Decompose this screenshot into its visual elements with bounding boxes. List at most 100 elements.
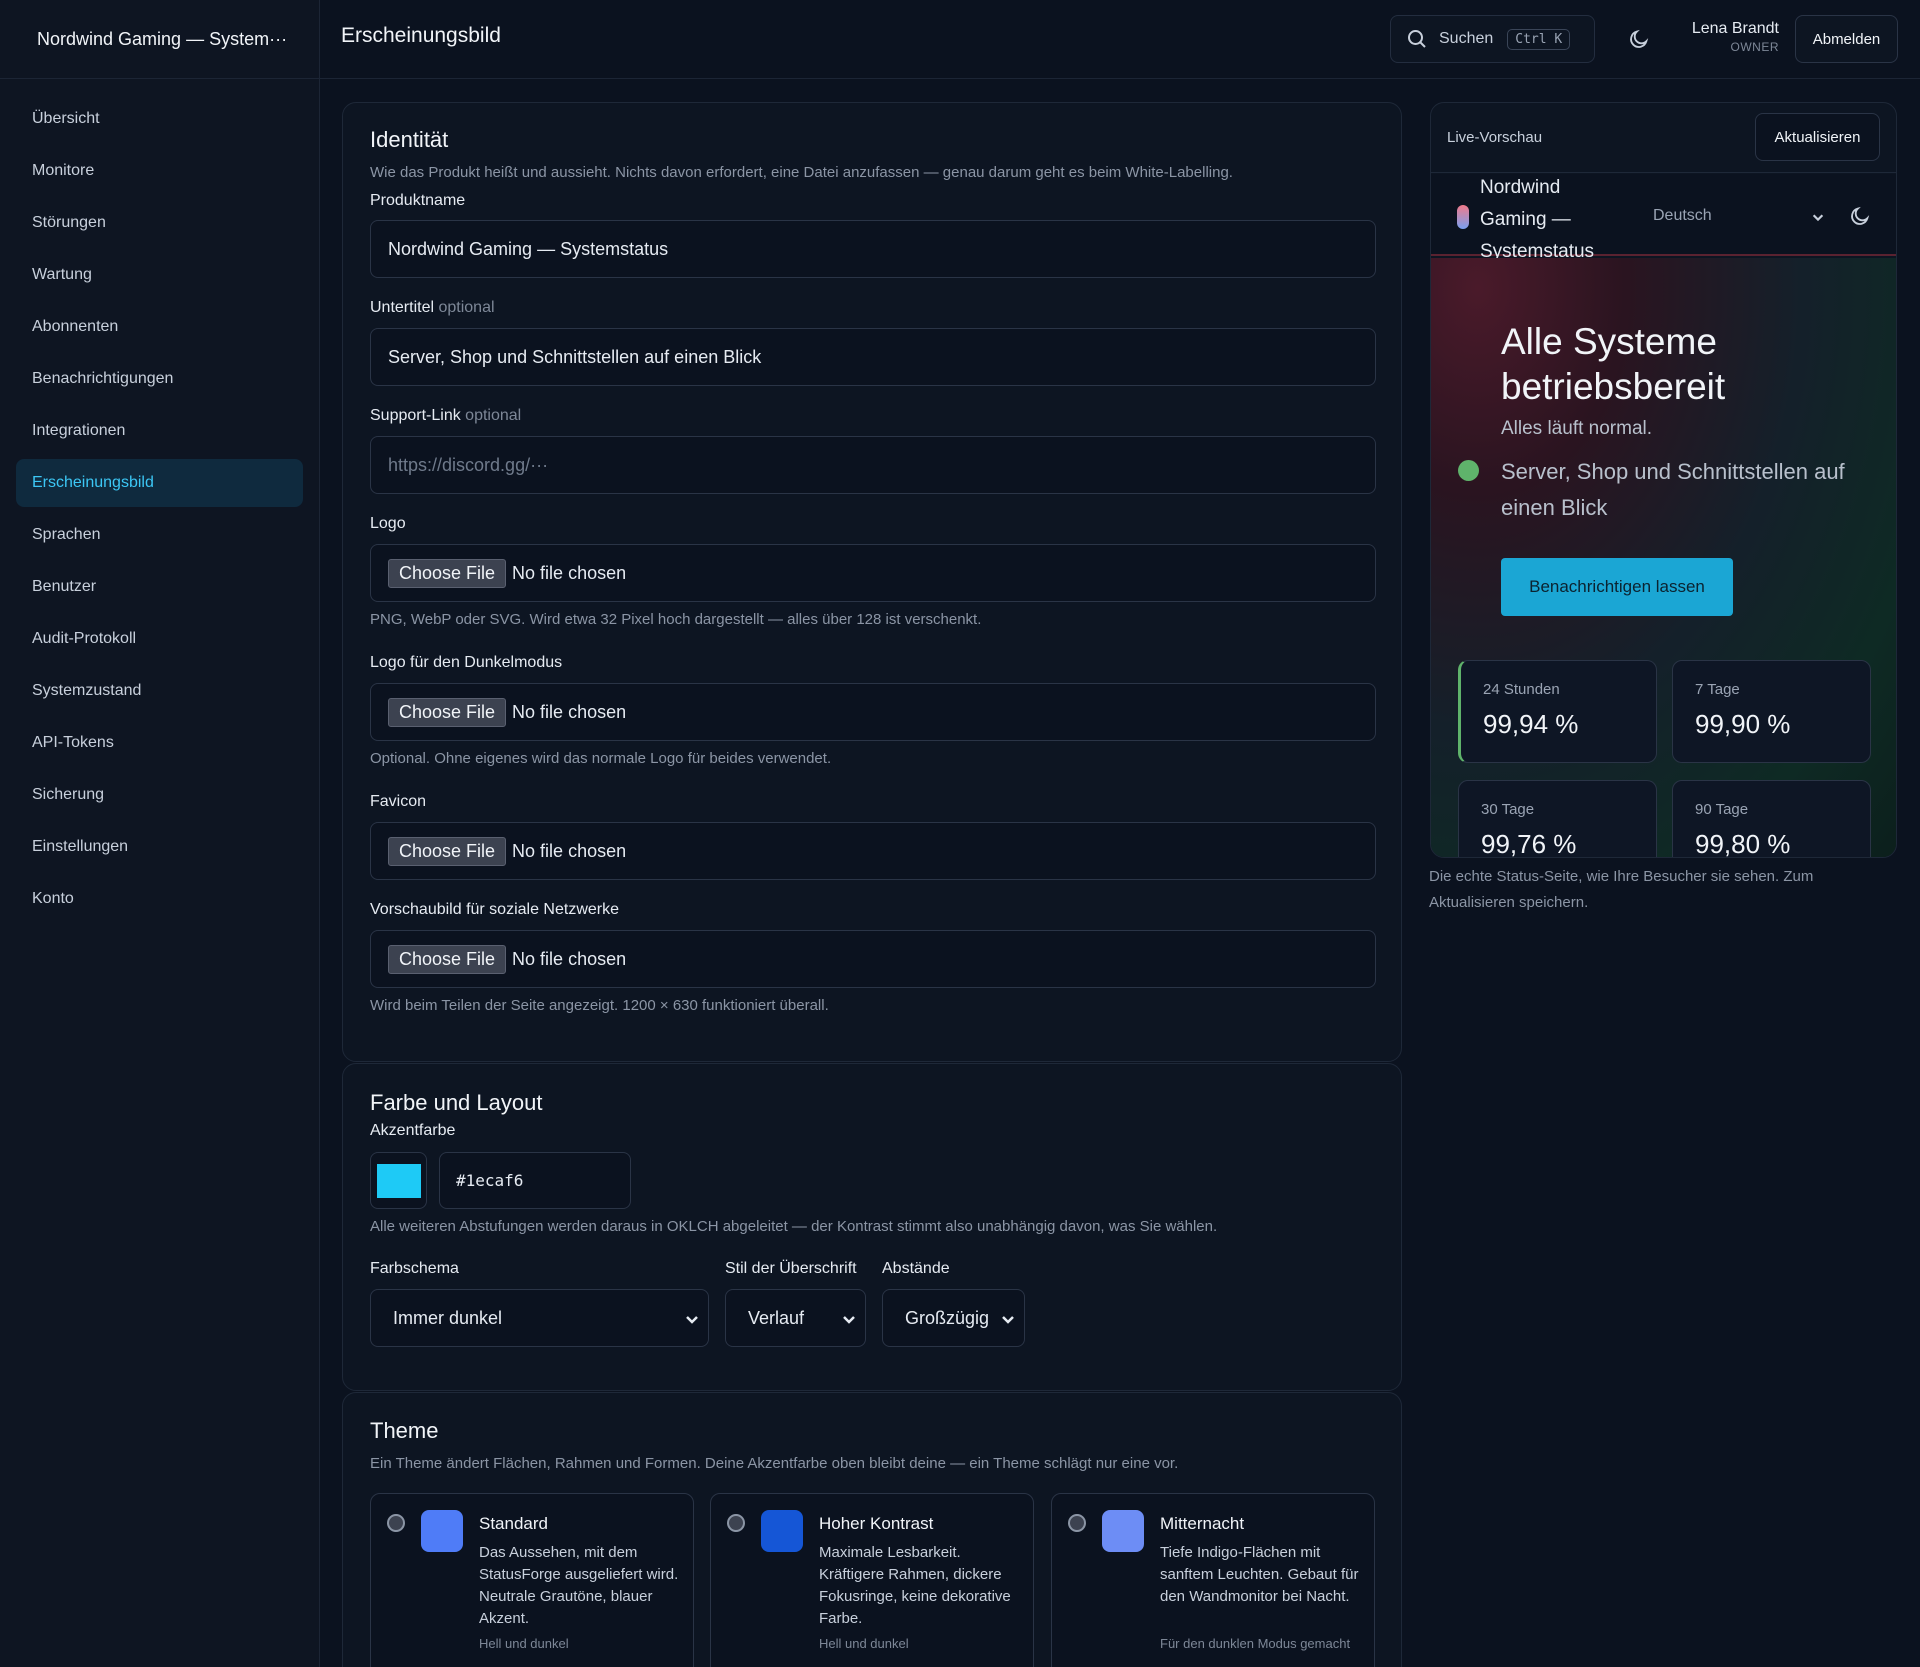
theme-desc: Maximale Lesbarkeit. Kräftigere Rahmen, … bbox=[819, 1544, 1011, 1627]
social-image-file-status: No file chosen bbox=[512, 948, 627, 969]
live-preview-panel: Live-Vorschau Aktualisieren Nordwind Gam… bbox=[1430, 102, 1897, 858]
accent-color-swatch[interactable] bbox=[370, 1152, 427, 1209]
color-scheme-label: Farbschema bbox=[370, 1260, 459, 1277]
support-link-label: Support-Link optional bbox=[370, 407, 521, 425]
uptime-stat-30d: 30 Tage 99,76 % bbox=[1458, 780, 1657, 858]
chevron-down-icon bbox=[686, 1316, 698, 1324]
preview-header: Live-Vorschau Aktualisieren bbox=[1431, 103, 1896, 173]
logo-file-input[interactable]: Choose File No file chosen bbox=[370, 544, 1376, 602]
spacing-value: Großzügig bbox=[905, 1307, 990, 1328]
subtitle-label-text: Untertitel bbox=[370, 299, 435, 316]
sidebar-item-api-tokens[interactable]: API-Tokens bbox=[16, 719, 303, 767]
logo-choose-file-button[interactable]: Choose File bbox=[388, 558, 507, 588]
subtitle-label: Untertitel optional bbox=[370, 299, 495, 317]
identity-card: Identität Wie das Produkt heißt und auss… bbox=[342, 102, 1402, 1062]
sidebar-item-konto[interactable]: Konto bbox=[16, 875, 303, 923]
sidebar-item-benutzer[interactable]: Benutzer bbox=[16, 563, 303, 611]
theme-swatch-hoher-kontrast bbox=[761, 1510, 803, 1552]
dark-logo-hint: Optional. Ohne eigenes wird das normale … bbox=[370, 750, 832, 767]
color-layout-title: Farbe und Layout bbox=[370, 1090, 543, 1115]
theme-option-hoher-kontrast[interactable]: Hoher Kontrast Maximale Lesbarkeit. Kräf… bbox=[710, 1493, 1034, 1667]
chevron-down-icon bbox=[1002, 1316, 1014, 1324]
uptime-stat-90d: 90 Tage 99,80 % bbox=[1672, 780, 1871, 857]
sidebar-item-stoerungen[interactable]: Störungen bbox=[16, 199, 303, 247]
page-title: Erscheinungsbild bbox=[341, 24, 501, 47]
color-layout-card: Farbe und Layout Akzentfarbe #1ecaf6 All… bbox=[342, 1063, 1402, 1391]
subtitle-input[interactable]: Server, Shop und Schnittstellen auf eine… bbox=[370, 328, 1376, 386]
theme-option-standard[interactable]: Standard Das Aussehen, mit dem StatusFor… bbox=[370, 1493, 694, 1667]
sidebar-item-abonnenten[interactable]: Abonnenten bbox=[16, 303, 303, 351]
accent-color-hint: Alle weiteren Abstufungen werden daraus … bbox=[370, 1218, 1218, 1235]
favicon-file-input[interactable]: Choose File No file chosen bbox=[370, 822, 1376, 880]
sidebar-item-uebersicht[interactable]: Übersicht bbox=[16, 95, 303, 143]
moon-icon bbox=[1630, 29, 1649, 48]
social-image-choose-file-button[interactable]: Choose File bbox=[388, 944, 507, 974]
color-scheme-select[interactable]: Immer dunkel bbox=[370, 1289, 709, 1347]
logout-button[interactable]: Abmelden bbox=[1795, 15, 1898, 63]
sidebar-item-monitore[interactable]: Monitore bbox=[16, 147, 303, 195]
identity-title: Identität bbox=[370, 127, 449, 152]
theme-radio-standard[interactable] bbox=[387, 1514, 405, 1532]
theme-name: Hoher Kontrast bbox=[819, 1514, 934, 1533]
logo-label: Logo bbox=[370, 515, 406, 532]
theme-option-mitternacht[interactable]: Mitternacht Tiefe Indigo-Flächen mit san… bbox=[1051, 1493, 1375, 1667]
product-name-input[interactable]: Nordwind Gaming — Systemstatus bbox=[370, 220, 1376, 278]
sidebar-item-einstellungen[interactable]: Einstellungen bbox=[16, 823, 303, 871]
search-label: Suchen bbox=[1439, 30, 1494, 47]
moon-icon[interactable] bbox=[1849, 205, 1871, 227]
theme-radio-hoher-kontrast[interactable] bbox=[727, 1514, 745, 1532]
dark-logo-file-status: No file chosen bbox=[512, 701, 627, 722]
user-name: Lena Brandt bbox=[1691, 20, 1779, 37]
theme-desc: Tiefe Indigo-Flächen mit sanftem Leuchte… bbox=[1160, 1544, 1359, 1605]
accent-color-hex-input[interactable]: #1ecaf6 bbox=[439, 1152, 631, 1209]
sidebar-item-wartung[interactable]: Wartung bbox=[16, 251, 303, 299]
sidebar-item-sicherung[interactable]: Sicherung bbox=[16, 771, 303, 819]
theme-swatch-standard bbox=[421, 1510, 463, 1552]
preview-language-select[interactable]: Deutsch bbox=[1653, 207, 1712, 225]
favicon-file-status: No file chosen bbox=[512, 840, 627, 861]
stat-label: 24 Stunden bbox=[1483, 681, 1560, 698]
stat-label: 7 Tage bbox=[1695, 681, 1740, 698]
spacing-label: Abstände bbox=[882, 1260, 950, 1277]
preview-subscribe-button[interactable]: Benachrichtigen lassen bbox=[1501, 558, 1733, 616]
sidebar-item-audit-protokoll[interactable]: Audit-Protokoll bbox=[16, 615, 303, 663]
user-info: Lena Brandt OWNER bbox=[1692, 20, 1779, 54]
social-image-file-input[interactable]: Choose File No file chosen bbox=[370, 930, 1376, 988]
sidebar-item-erscheinungsbild[interactable]: Erscheinungsbild bbox=[16, 459, 303, 507]
chevron-down-icon bbox=[843, 1316, 855, 1324]
sidebar-item-systemzustand[interactable]: Systemzustand bbox=[16, 667, 303, 715]
sidebar-item-sprachen[interactable]: Sprachen bbox=[16, 511, 303, 559]
sidebar-brand[interactable]: Nordwind Gaming — System··· bbox=[0, 0, 319, 79]
uptime-stat-24h: 24 Stunden 99,94 % bbox=[1458, 660, 1657, 763]
logo-file-status: No file chosen bbox=[512, 562, 627, 583]
favicon-choose-file-button[interactable]: Choose File bbox=[388, 836, 507, 866]
color-scheme-value: Immer dunkel bbox=[393, 1307, 503, 1328]
support-link-optional: optional bbox=[465, 407, 522, 424]
theme-description: Ein Theme ändert Flächen, Rahmen und For… bbox=[370, 1455, 1179, 1472]
stat-value: 99,94 % bbox=[1483, 709, 1579, 739]
dark-logo-choose-file-button[interactable]: Choose File bbox=[388, 697, 507, 727]
sidebar: Nordwind Gaming — System··· Übersicht Mo… bbox=[0, 0, 320, 1667]
preview-brand[interactable]: Nordwind Gaming — Systemstatus bbox=[1480, 172, 1630, 268]
spacing-select[interactable]: Großzügig bbox=[882, 1289, 1025, 1347]
product-name-label: Produktname bbox=[370, 192, 466, 209]
preview-label: Live-Vorschau bbox=[1447, 129, 1543, 146]
theme-mode: Für den dunklen Modus gemacht bbox=[1160, 1636, 1351, 1651]
theme-toggle-button[interactable] bbox=[1628, 28, 1650, 55]
theme-name: Standard bbox=[479, 1514, 548, 1533]
stat-value: 99,76 % bbox=[1481, 829, 1577, 858]
support-link-input[interactable]: https://discord.gg/··· bbox=[370, 436, 1376, 494]
preview-refresh-button[interactable]: Aktualisieren bbox=[1755, 113, 1880, 161]
uptime-stat-7d: 7 Tage 99,90 % bbox=[1672, 660, 1871, 763]
logo-hint: PNG, WebP oder SVG. Wird etwa 32 Pixel h… bbox=[370, 611, 982, 628]
preview-logo-icon bbox=[1457, 205, 1469, 229]
sidebar-item-benachrichtigungen[interactable]: Benachrichtigungen bbox=[16, 355, 303, 403]
heading-style-select[interactable]: Verlauf bbox=[725, 1289, 866, 1347]
preview-hero: Alle Systeme betriebsbereit Alles läuft … bbox=[1431, 258, 1896, 857]
search-button[interactable]: Suchen Ctrl K bbox=[1390, 15, 1595, 63]
identity-description: Wie das Produkt heißt und aussieht. Nich… bbox=[370, 164, 1233, 181]
theme-radio-mitternacht[interactable] bbox=[1068, 1514, 1086, 1532]
search-icon bbox=[1408, 30, 1426, 48]
sidebar-item-integrationen[interactable]: Integrationen bbox=[16, 407, 303, 455]
dark-logo-file-input[interactable]: Choose File No file chosen bbox=[370, 683, 1376, 741]
